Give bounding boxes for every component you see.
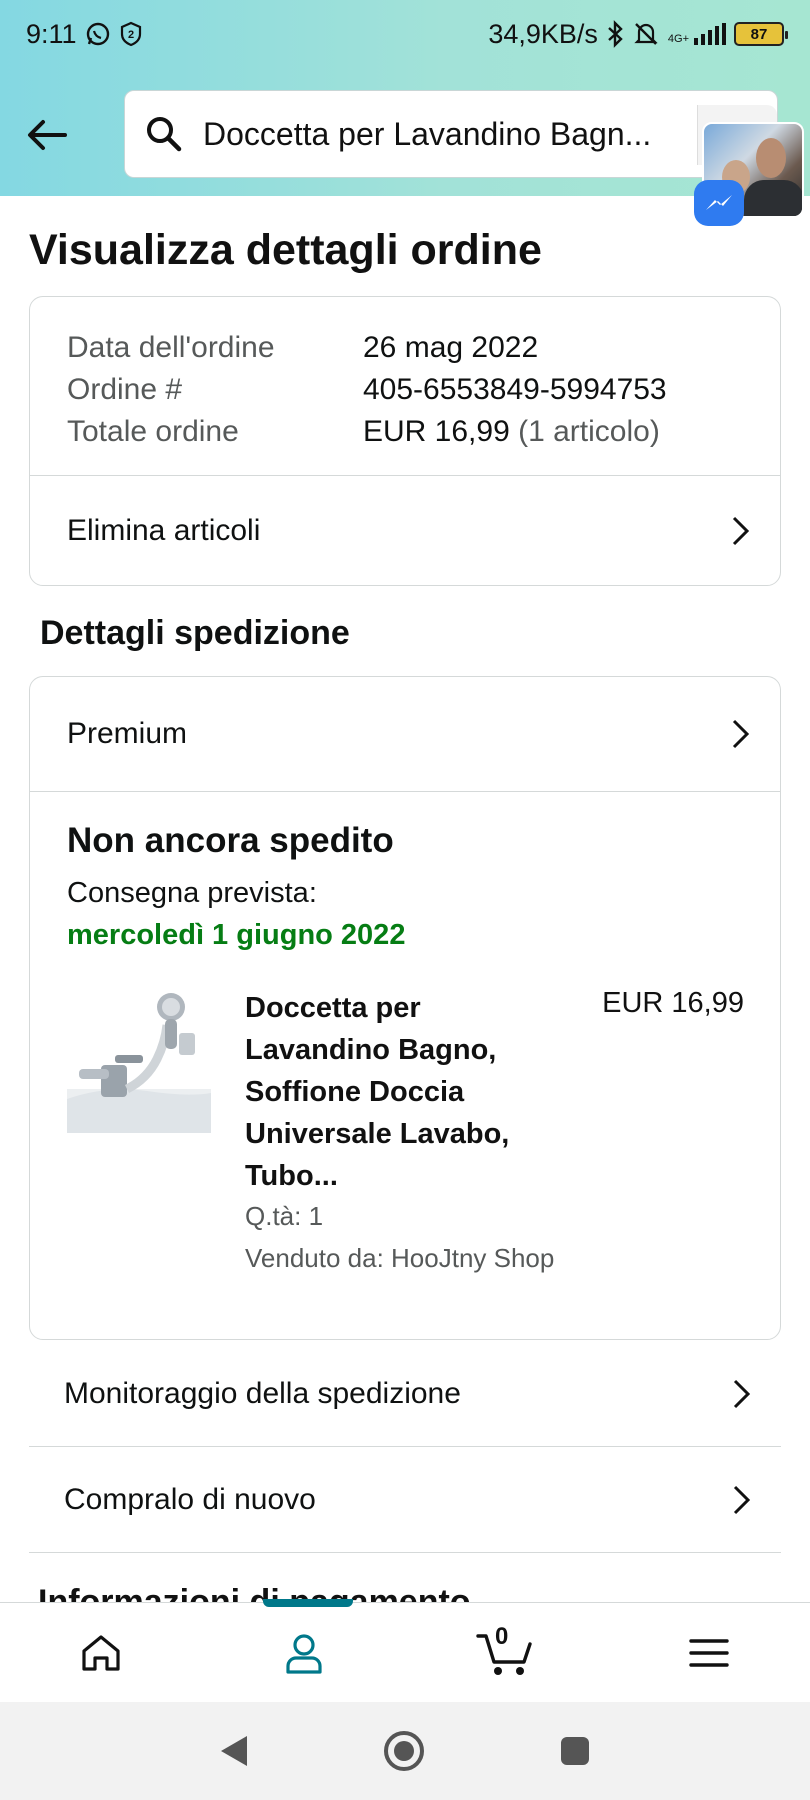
system-navigation-bar bbox=[0, 1702, 810, 1800]
status-bar: 9:11 2 34,9KB/s 4G+ 87 bbox=[0, 0, 810, 68]
divider bbox=[30, 791, 780, 792]
order-number-row: Ordine # 405-6553849-5994753 bbox=[67, 369, 667, 411]
chevron-right-icon bbox=[732, 719, 750, 749]
order-date-row: Data dell'ordine 26 mag 2022 bbox=[67, 327, 667, 369]
buy-again-label: Compralo di nuovo bbox=[64, 1483, 316, 1516]
shipping-service-label: Premium bbox=[67, 717, 188, 750]
product-seller: Venduto da: HooJtny Shop bbox=[245, 1243, 555, 1273]
search-icon bbox=[147, 117, 182, 152]
tab-cart[interactable]: 0 bbox=[405, 1603, 608, 1703]
status-left: 9:11 2 bbox=[26, 19, 143, 50]
track-package-label: Monitoraggio della spedizione bbox=[64, 1377, 461, 1410]
avatar-body bbox=[744, 180, 802, 216]
order-date-value: 26 mag 2022 bbox=[363, 331, 539, 364]
shipping-section-title: Dettagli spedizione bbox=[40, 614, 350, 652]
messenger-icon[interactable] bbox=[694, 180, 744, 226]
bell-muted-icon bbox=[632, 20, 660, 48]
order-info: Data dell'ordine 26 mag 2022 Ordine # 40… bbox=[67, 327, 667, 453]
chevron-right-icon bbox=[733, 1485, 751, 1515]
user-icon bbox=[286, 1634, 322, 1674]
order-number-value: 405-6553849-5994753 bbox=[363, 373, 667, 406]
back-button[interactable] bbox=[22, 110, 72, 160]
delete-items-link[interactable]: Elimina articoli bbox=[30, 476, 780, 586]
status-time: 9:11 bbox=[26, 18, 77, 49]
shipping-service-link[interactable]: Premium bbox=[30, 677, 780, 791]
tab-home[interactable] bbox=[0, 1603, 203, 1703]
back-arrow-icon bbox=[28, 120, 67, 150]
order-number-label: Ordine # bbox=[67, 373, 183, 406]
shield-icon: 2 bbox=[119, 21, 143, 47]
app-screen: 9:11 2 34,9KB/s 4G+ 87 Doccetta per Lava… bbox=[0, 0, 810, 1800]
cart-count-badge: 0 bbox=[495, 1623, 509, 1650]
system-recents-icon[interactable] bbox=[559, 1735, 591, 1767]
order-item-count: (1 articolo) bbox=[518, 415, 660, 448]
svg-text:2: 2 bbox=[127, 29, 133, 41]
network-speed: 34,9KB/s bbox=[488, 18, 598, 49]
system-home-icon[interactable] bbox=[383, 1730, 425, 1772]
tab-account[interactable] bbox=[203, 1599, 406, 1703]
product-price: EUR 16,99 bbox=[602, 987, 744, 1019]
header: 9:11 2 34,9KB/s 4G+ 87 Doccetta per Lava… bbox=[0, 0, 810, 196]
payment-section-title: Informazioni di pagamento bbox=[38, 1583, 471, 1602]
battery-icon: 87 bbox=[734, 22, 788, 46]
order-total-row: Totale ordine EUR 16,99 (1 articolo) bbox=[67, 411, 667, 453]
order-date-label: Data dell'ordine bbox=[67, 331, 275, 364]
eta-date: mercoledì 1 giugno 2022 bbox=[67, 919, 406, 951]
signal-icon: 4G+ bbox=[668, 23, 726, 45]
system-back-icon[interactable] bbox=[219, 1734, 249, 1768]
product-quantity: Q.tà: 1 bbox=[245, 1201, 324, 1231]
bluetooth-icon bbox=[606, 20, 624, 48]
eta-label: Consegna prevista: bbox=[67, 877, 317, 909]
product-title-link[interactable]: Doccetta per Lavandino Bagno, Soffione D… bbox=[245, 987, 545, 1197]
order-total-value: EUR 16,99 (1 articolo) bbox=[363, 411, 660, 453]
order-total-amount: EUR 16,99 bbox=[363, 415, 510, 448]
network-type: 4G+ bbox=[667, 33, 689, 45]
product-thumbnail[interactable] bbox=[67, 989, 211, 1133]
bottom-tab-bar: 0 bbox=[0, 1599, 810, 1703]
whatsapp-icon bbox=[85, 21, 111, 47]
order-total-label: Totale ordine bbox=[67, 415, 239, 448]
avatar-face bbox=[756, 138, 786, 178]
home-icon bbox=[82, 1635, 120, 1671]
search-query[interactable]: Doccetta per Lavandino Bagn... bbox=[203, 116, 673, 153]
track-package-link[interactable]: Monitoraggio della spedizione bbox=[29, 1342, 781, 1447]
page-title: Visualizza dettagli ordine bbox=[29, 226, 542, 274]
status-right: 34,9KB/s 4G+ 87 bbox=[488, 18, 788, 50]
order-summary-card: Data dell'ordine 26 mag 2022 Ordine # 40… bbox=[29, 296, 781, 586]
shipping-card: Premium Non ancora spedito Consegna prev… bbox=[29, 676, 781, 1340]
search-bar[interactable]: Doccetta per Lavandino Bagn... bbox=[124, 90, 778, 178]
chevron-right-icon bbox=[733, 1379, 751, 1409]
chevron-right-icon bbox=[732, 516, 750, 546]
menu-icon bbox=[689, 1639, 729, 1667]
buy-again-link[interactable]: Compralo di nuovo bbox=[29, 1448, 781, 1553]
delete-items-label: Elimina articoli bbox=[67, 514, 261, 547]
tab-menu[interactable] bbox=[608, 1603, 810, 1703]
shipment-status: Non ancora spedito bbox=[67, 821, 394, 860]
